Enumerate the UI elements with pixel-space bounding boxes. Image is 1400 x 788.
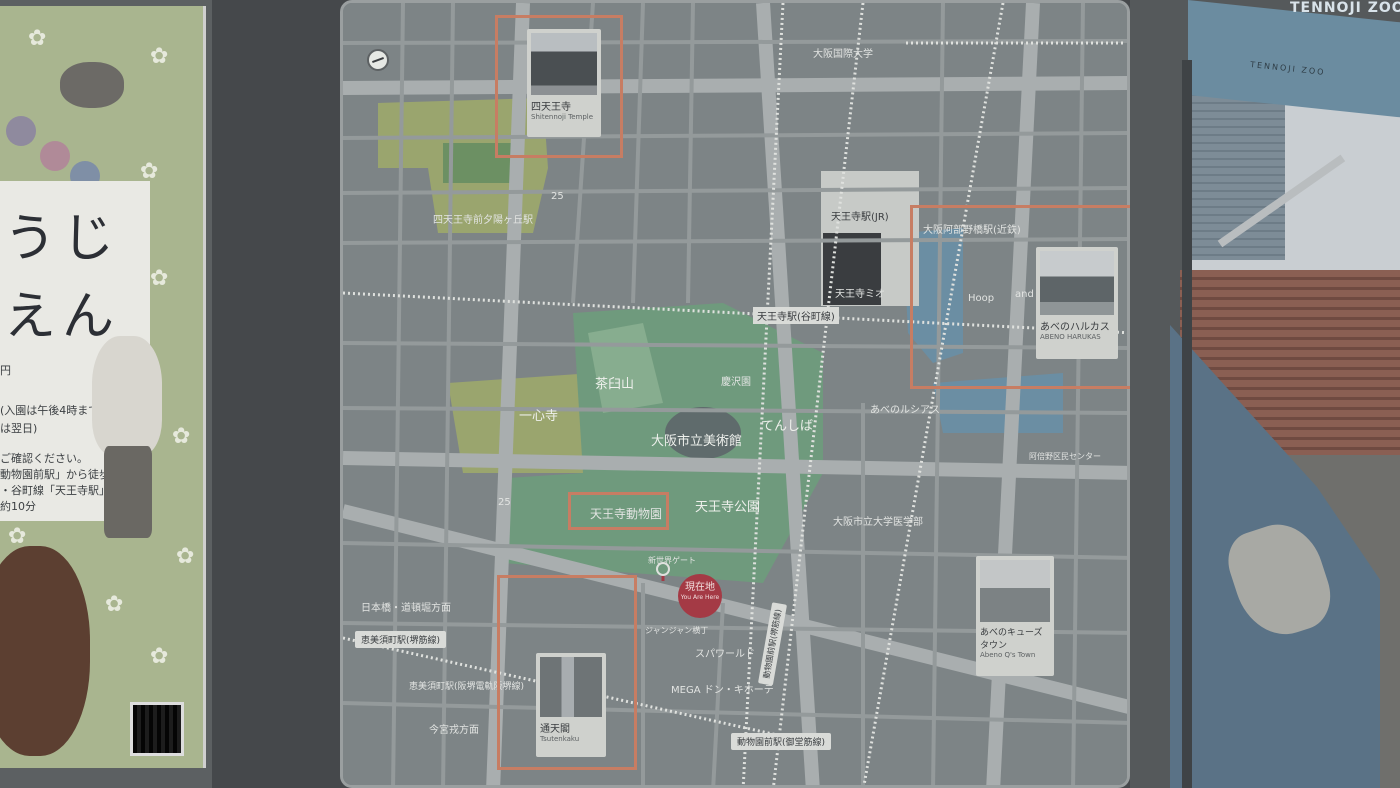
flower-icon: ✿ <box>150 266 169 291</box>
poster-text-line: 円 <box>0 364 11 377</box>
map-label-art-museum: 大阪市立美術館 <box>651 434 743 449</box>
card-title: あべのキューズタウン <box>980 627 1043 651</box>
qr-code <box>130 702 184 756</box>
pony-image <box>0 546 90 756</box>
map-label: 新世界ゲート <box>648 556 696 565</box>
map-label: 天王寺駅(谷町線) <box>753 307 839 324</box>
you-are-here-jp: 現在地 <box>685 582 715 593</box>
decor-dot <box>40 141 70 171</box>
card-subtitle: Abeno Q's Town <box>980 650 1036 659</box>
flower-icon: ✿ <box>172 424 191 449</box>
highlight-box-tsutenkaku[interactable] <box>497 575 637 770</box>
goat-legs-image <box>104 446 152 538</box>
goat-image <box>92 336 162 456</box>
route-number: 25 <box>498 497 511 508</box>
station-tag: 動物園前駅(御堂筋線) <box>731 733 832 750</box>
qs-town-photo <box>980 560 1050 622</box>
flower-icon: ✿ <box>150 644 169 669</box>
station-tag: 恵美須町駅(堺筋線) <box>355 631 447 648</box>
poster-text-line: ・谷町線「天王寺駅」 <box>0 484 110 497</box>
map-label: 慶沢園 <box>721 377 751 388</box>
map-label-jr-station: 天王寺駅(JR) <box>831 212 889 223</box>
flower-icon: ✿ <box>105 592 124 617</box>
map-label: スパワールド <box>695 649 755 660</box>
map-label: ジャンジャン横丁 <box>645 626 709 635</box>
map-label-tenshiba: てんしば <box>761 419 814 434</box>
poster-title-line1: うじ <box>4 209 121 269</box>
map-label: 四天王寺前夕陽ヶ丘駅 <box>433 215 533 226</box>
flower-icon: ✿ <box>28 26 47 51</box>
map-label: 阿倍野区民センター <box>1029 452 1101 461</box>
highlight-box-tennoji-zoo[interactable] <box>568 492 669 530</box>
poster-title-line2: えん <box>4 287 121 347</box>
map-label-isshinji: 一心寺 <box>519 409 559 424</box>
poster-text-line: 約10分 <box>0 500 36 513</box>
area-map-board: 25 25 茶臼山 大阪市立美術館 天王寺公園 てんしば 一心寺 大阪国際大学 … <box>340 0 1130 788</box>
map-label: 今宮戎方面 <box>429 725 479 736</box>
flower-icon: ✿ <box>176 544 195 569</box>
poster-text-line: (入園は午後4時まで) <box>0 404 104 417</box>
map-label-mio: 天王寺ミオ <box>835 289 885 300</box>
sign-pillar <box>1182 60 1192 788</box>
map-label: 大阪国際大学 <box>813 49 873 60</box>
map-label: あべのルシアス <box>870 405 940 416</box>
highlight-box-abeno-harukas[interactable] <box>910 205 1139 389</box>
flower-icon: ✿ <box>8 524 27 549</box>
map-label: 日本橋・道頓堀方面 <box>361 603 451 614</box>
decor-dot <box>6 116 36 146</box>
map-label: 大阪市立大学医学部 <box>833 517 923 528</box>
route-number: 25 <box>551 191 564 202</box>
map-label-chausuyama: 茶臼山 <box>595 377 635 392</box>
north-arrow-icon <box>367 49 389 71</box>
poster-text-line: ご確認ください。 <box>0 452 88 465</box>
zoo-poster: ✿ ✿ ✿ ✿ ✿ ✿ ✿ ✿ ✿ うじ えん 円 (入園は午後4時まで) は翌… <box>0 6 206 768</box>
guinea-pig-image <box>60 62 124 108</box>
map-label-tennoji-park: 天王寺公園 <box>695 500 761 515</box>
photo-scene: ✿ ✿ ✿ ✿ ✿ ✿ ✿ ✿ ✿ うじ えん 円 (入園は午後4時まで) は翌… <box>0 0 1400 788</box>
highlight-box-shitennoji[interactable] <box>495 15 623 158</box>
poster-text-line: は翌日) <box>0 422 38 435</box>
right-scenery: TENNOJI ZOO TENNOJI ZOO <box>1130 0 1400 788</box>
flower-icon: ✿ <box>140 159 159 184</box>
zoo-sign-title: TENNOJI ZOO <box>1290 0 1400 16</box>
you-are-here-en: You Are Here <box>680 594 720 601</box>
map-label: MEGA ドン・キホーテ <box>671 685 774 696</box>
flower-icon: ✿ <box>150 44 169 69</box>
card-qs-town: あべのキューズタウン Abeno Q's Town <box>976 556 1054 676</box>
you-are-here-marker: 現在地 You Are Here <box>678 574 722 618</box>
poster-frame: ✿ ✿ ✿ ✿ ✿ ✿ ✿ ✿ ✿ うじ えん 円 (入園は午後4時まで) は翌… <box>0 0 212 788</box>
